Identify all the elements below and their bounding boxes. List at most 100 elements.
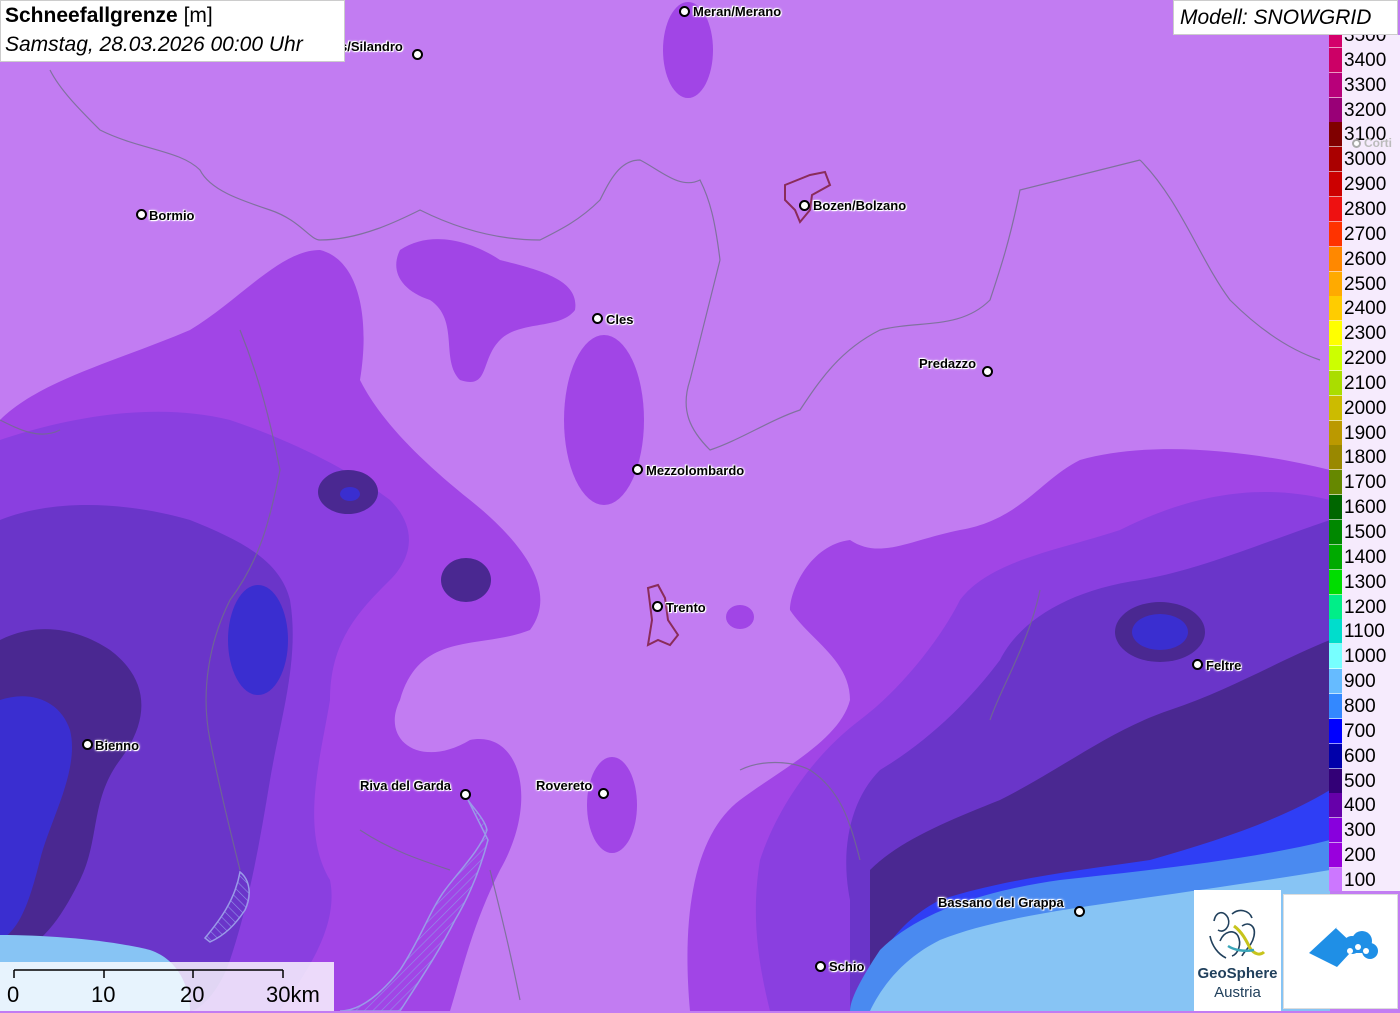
legend-row: 1000: [1329, 644, 1400, 670]
legend-swatch: [1329, 619, 1342, 645]
legend-label: 700: [1344, 720, 1376, 742]
city-marker: [652, 601, 663, 612]
city-label: Mezzolombardo: [646, 463, 745, 478]
app-logo[interactable]: [1283, 894, 1398, 1009]
legend-swatch: [1329, 72, 1342, 98]
legend-label: 400: [1344, 795, 1376, 817]
parameter-unit: [m]: [183, 4, 213, 27]
city-marker: [1192, 659, 1203, 670]
legend-row: 1900: [1329, 420, 1400, 446]
scale-ruler: [13, 969, 284, 978]
legend-swatch: [1329, 221, 1342, 247]
city-label: Meran/Merano: [693, 4, 782, 19]
legend-label: 200: [1344, 845, 1376, 867]
scale-label-30: 30km: [266, 982, 320, 1007]
legend-swatch: [1329, 768, 1342, 794]
zone-200-trento: [726, 605, 754, 629]
city-label: Riva del Garda: [360, 778, 452, 793]
legend-swatch: [1329, 743, 1342, 769]
legend-row: 1800: [1329, 445, 1400, 471]
city-label: Trento: [666, 600, 706, 615]
legend-label: 2200: [1344, 348, 1387, 370]
legend-label: 1100: [1344, 621, 1385, 643]
legend-swatch: [1329, 544, 1342, 570]
city-marker: [815, 961, 826, 972]
color-legend: 3500 3400 3300 3200 3100 3000 2900 2800 2700 2600…: [1329, 35, 1400, 891]
legend-row: 3500: [1329, 35, 1400, 48]
legend-swatch: [1329, 594, 1342, 620]
legend-row: 1400: [1329, 544, 1400, 570]
legend-swatch: [1329, 445, 1342, 471]
legend-row: 1300: [1329, 569, 1400, 595]
zone-200-rovereto: [587, 757, 637, 853]
legend-label: 3400: [1344, 49, 1387, 71]
city-label: Bormio: [149, 208, 195, 223]
legend-swatch: [1329, 793, 1342, 819]
city-label: Bozen/Bolzano: [813, 198, 907, 213]
legend-swatch: [1329, 122, 1342, 148]
legend-swatch: [1329, 669, 1342, 695]
legend-swatch: [1329, 47, 1342, 73]
legend-label: 1600: [1344, 497, 1387, 519]
city-marker: [598, 788, 609, 799]
legend-row: 100: [1329, 867, 1400, 891]
city-marker: [460, 789, 471, 800]
legend-row: 2300: [1329, 321, 1400, 347]
city-marker: [412, 49, 423, 60]
geosphere-logo[interactable]: GeoSphere Austria: [1194, 890, 1281, 1011]
legend-label: 2800: [1344, 198, 1387, 220]
legend-swatch: [1329, 172, 1342, 198]
legend-label: 800: [1344, 695, 1376, 717]
city-label: Rovereto: [536, 778, 593, 793]
legend-row: 2000: [1329, 395, 1400, 421]
city-label: Feltre: [1206, 658, 1242, 673]
legend-swatch: [1329, 843, 1342, 869]
legend-row: 2400: [1329, 296, 1400, 322]
zone-700-spot-west: [228, 585, 288, 695]
legend-label: 1400: [1344, 546, 1387, 568]
legend-swatch: [1329, 470, 1342, 496]
legend-row: 3300: [1329, 72, 1400, 98]
scale-bar: 0 10 20 30km: [0, 962, 334, 1011]
city-label: Predazzo: [919, 356, 977, 371]
legend-row: 500: [1329, 768, 1400, 794]
legend-label: 600: [1344, 745, 1376, 767]
legend-label: 1700: [1344, 472, 1387, 494]
city-marker: [632, 464, 643, 475]
legend-label: 3500: [1344, 35, 1387, 46]
city-marker: [592, 313, 603, 324]
legend-swatch: [1329, 271, 1342, 297]
zone-700-spot-north: [340, 487, 360, 501]
legend-swatch: [1329, 196, 1342, 222]
scale-label-10: 10: [91, 982, 116, 1007]
legend-label: 1300: [1344, 571, 1387, 593]
legend-swatch: [1329, 867, 1342, 891]
legend-label: 300: [1344, 820, 1376, 842]
legend-swatch: [1329, 718, 1342, 744]
legend-row: 400: [1329, 793, 1400, 819]
city-label: s/Silandro: [340, 39, 403, 54]
zone-700-spot-east: [1132, 614, 1188, 650]
city-marker: [1352, 139, 1361, 148]
zone-200-cles: [564, 335, 644, 505]
legend-label: 900: [1344, 671, 1376, 693]
scale-label-20: 20: [180, 982, 205, 1007]
legend-row: 1200: [1329, 594, 1400, 620]
geosphere-emblem-icon: [1209, 909, 1266, 959]
legend-row: 2200: [1329, 346, 1400, 372]
snow-cloud-mountain-icon: [1309, 925, 1378, 967]
legend-row: 300: [1329, 818, 1400, 844]
snowfall-map[interactable]: [0, 0, 1400, 1011]
legend-label: 2700: [1344, 223, 1387, 245]
legend-swatch: [1329, 147, 1342, 173]
geosphere-country: Austria: [1214, 984, 1261, 1001]
legend-label: 2100: [1344, 372, 1387, 394]
city-marker: [679, 6, 690, 17]
city-marker: [1074, 906, 1085, 917]
city-marker: [136, 209, 147, 220]
city-label: Bassano del Grappa: [938, 895, 1064, 910]
legend-label: 1800: [1344, 447, 1387, 469]
parameter-name: Schneefallgrenze: [5, 4, 178, 27]
legend-row: 2500: [1329, 271, 1400, 297]
legend-swatch: [1329, 395, 1342, 421]
